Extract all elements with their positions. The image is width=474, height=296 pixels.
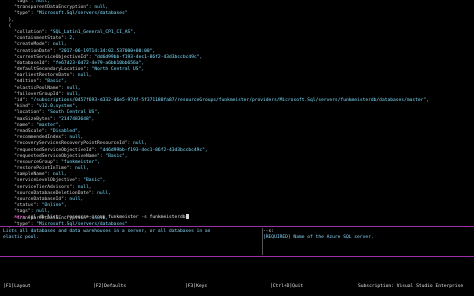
parameter-help: --s: [REQUIRED] Name of the Azure SQL se… — [263, 229, 473, 241]
json-value: null, — [69, 135, 84, 141]
json-value: "Basic", — [44, 79, 67, 85]
json-value: "master", — [36, 122, 62, 128]
json-value: "Microsoft.Sql/servers/databases" — [36, 11, 128, 17]
layout-key[interactable]: [F1]Layout — [3, 284, 31, 290]
json-output: "tags": null, "transparentDataEncryption… — [3, 0, 473, 228]
json-value: null, — [94, 5, 109, 11]
json-value: null, — [77, 73, 92, 79]
json-key: "id" — [14, 98, 26, 103]
text-cursor — [185, 214, 189, 220]
json-key: "recoveryServicesRecoveryPointResourceId… — [14, 141, 128, 147]
parameter-description: [REQUIRED] Name of the Azure SQL server. — [263, 235, 374, 241]
json-key: "sourceDatabaseId" — [14, 197, 64, 202]
json-value: "dd6d99bb-f193-4ec1-86f2-43d3bccbc49c", — [99, 147, 208, 153]
json-key: "sampleName" — [14, 172, 48, 178]
json-value: null, — [74, 166, 89, 172]
json-key: "currentServiceObjectiveId" — [14, 54, 89, 60]
json-key: "serviceLevelObjective" — [14, 178, 78, 184]
json-value: "Disabled", — [50, 128, 81, 134]
json-key: "creationDate" — [14, 48, 53, 54]
json-key: "requestedServiceObjectiveId" — [14, 147, 95, 153]
json-key: "recommendedIndex" — [14, 135, 64, 141]
json-key: "databaseId" — [14, 60, 48, 66]
json-value: null, — [77, 184, 92, 190]
json-value: "funkmeister", — [61, 159, 100, 165]
json-value: "South Central US", — [47, 110, 100, 116]
prompt-arrow: az>> — [14, 215, 26, 221]
defaults-key[interactable]: [F2]Defaults — [93, 284, 126, 290]
json-key: "transparentDataEncryption" — [14, 5, 89, 11]
json-key: "failoverGroupId" — [14, 91, 62, 97]
json-value: "/subscriptions/0457f693-d332-46e5-974f-… — [30, 98, 429, 103]
json-value: null, — [69, 197, 84, 202]
json-value: "v12.0,system", — [36, 104, 78, 110]
json-value: null, — [52, 172, 67, 178]
json-value: "Basic", — [83, 178, 106, 184]
json-value: null, — [97, 190, 111, 196]
status-bar: [F1]Layout [F2]Defaults [F3]Keys [Ctrl+D… — [0, 279, 474, 296]
json-value: null, — [133, 141, 147, 147]
command-description: Lists all databases and data warehouses … — [3, 229, 214, 241]
json-value: 2, — [69, 36, 75, 42]
json-value: "Basic", — [105, 153, 128, 159]
json-key: }, — [8, 17, 15, 23]
quit-key[interactable]: [Ctrl+D]Quit — [270, 284, 303, 290]
json-key: "requestedServiceObjectiveName" — [14, 153, 100, 159]
json-value: "fe67d23-6d72-4e79-a6bb10bb656a", — [52, 60, 145, 66]
command-input[interactable]: sql db list --resource-group funkmeister… — [25, 215, 186, 220]
json-value: null, — [66, 85, 81, 91]
json-key: "containmentState" — [14, 36, 64, 42]
json-key: "serviceTierAdvisors" — [14, 184, 73, 190]
json-key: "restorePointInTime" — [14, 166, 70, 172]
bottom-divider — [0, 256, 474, 257]
json-key: "tags" — [14, 0, 31, 4]
json-key: "maxSizeBytes" — [14, 116, 53, 122]
json-key: "type" — [14, 11, 31, 17]
json-value: "North Central US", — [91, 67, 145, 73]
json-key: { — [8, 23, 12, 29]
json-key: "name" — [14, 122, 31, 128]
json-key: "edition" — [14, 79, 39, 85]
subscription-label: Subscription: Visual Studio Enterprise — [358, 284, 464, 289]
top-divider — [0, 226, 474, 227]
parameter-flag: --s: — [263, 229, 275, 234]
json-key: "readScale" — [14, 128, 45, 134]
keys-key[interactable]: [F3]Keys — [185, 284, 207, 290]
json-value: "SQL_Latin1_General_CP1_CI_AS", — [50, 29, 136, 35]
json-value: null, — [52, 42, 67, 48]
json-value: "2147483648", — [58, 116, 95, 122]
json-value: null, — [36, 0, 51, 4]
json-value: null, — [66, 91, 81, 97]
json-key: "collation" — [14, 29, 45, 35]
json-value: "dd6d99bb-f193-4ec1-86f2-43d3bccbc49c", — [94, 54, 203, 60]
json-key: "resourceGroup" — [14, 159, 56, 165]
json-key: "createMode" — [14, 42, 48, 48]
json-key: "location" — [14, 110, 42, 116]
terminal-output: "tags": null, "transparentDataEncryption… — [0, 0, 474, 228]
json-key: "sourceDatabaseDeletionDate" — [14, 190, 92, 196]
json-key: "elasticPoolName" — [14, 85, 62, 91]
json-key: "defaultSecondaryLocation" — [14, 67, 86, 73]
json-value: "2017-06-19T14:34:02.537000+00:00", — [58, 48, 156, 54]
json-key: "earliestRestoreDate" — [14, 73, 73, 79]
json-key: "kind" — [14, 104, 31, 110]
command-prompt[interactable]: az>> sql db list --resource-group funkme… — [3, 208, 189, 220]
